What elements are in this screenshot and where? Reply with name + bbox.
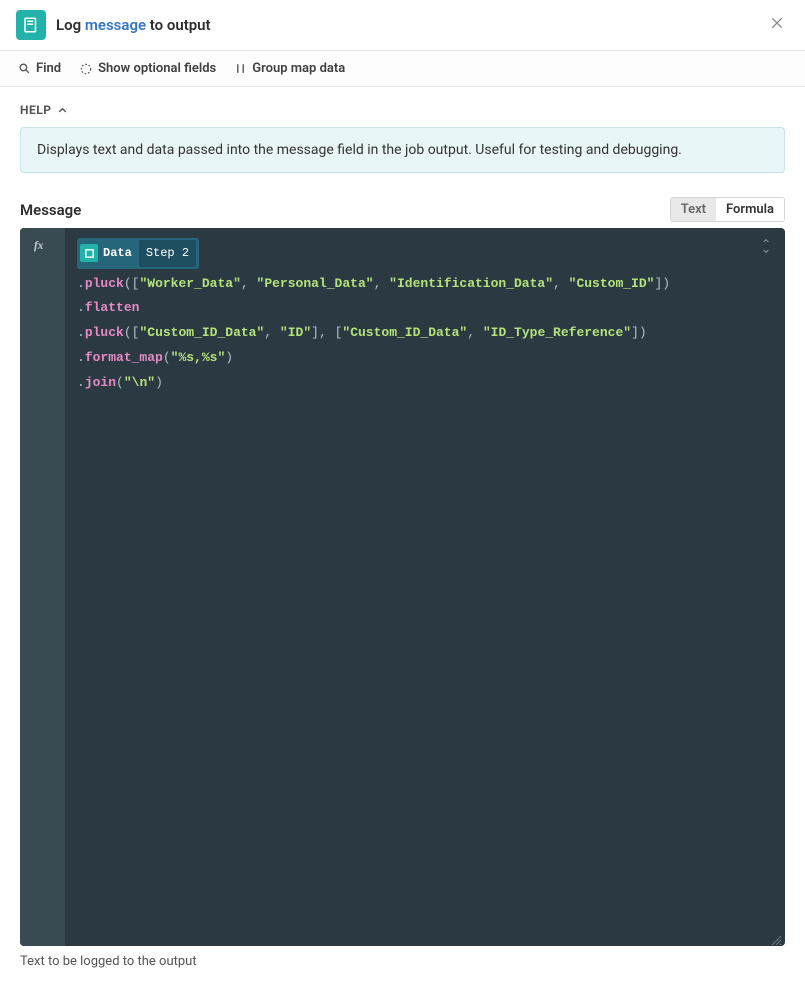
editor-gutter: fx: [20, 228, 65, 946]
page-title: Log message to output: [56, 16, 211, 34]
formula-editor[interactable]: fx Data Step 2 .pluck(["Worker_Data", "P…: [20, 228, 785, 946]
close-icon[interactable]: [765, 11, 789, 39]
search-icon: [18, 62, 31, 75]
chevron-up-icon: [57, 105, 68, 116]
help-text: Displays text and data passed into the m…: [20, 127, 785, 173]
toggle-text[interactable]: Text: [671, 198, 716, 221]
text-formula-toggle: Text Formula: [670, 197, 785, 222]
help-toggle[interactable]: HELP: [20, 103, 785, 117]
columns-icon: [234, 62, 247, 75]
show-optional-fields-button[interactable]: Show optional fields: [79, 61, 216, 76]
code-line: .format_map("%s,%s"): [77, 346, 773, 371]
drag-handle-icon[interactable]: [759, 238, 773, 263]
toolbar: Find Show optional fields Group map data: [0, 51, 805, 87]
code-line: .join("\n"): [77, 371, 773, 396]
log-icon: [16, 10, 46, 40]
editor-content[interactable]: Data Step 2 .pluck(["Worker_Data", "Pers…: [65, 228, 785, 946]
fx-icon: fx: [34, 238, 52, 252]
message-label: Message: [20, 201, 81, 219]
pill-icon: [80, 244, 98, 262]
find-button[interactable]: Find: [18, 61, 61, 76]
data-pill[interactable]: Data Step 2: [77, 238, 199, 269]
code-line: .flatten: [77, 296, 773, 321]
eye-icon: [79, 62, 93, 76]
field-hint: Text to be logged to the output: [20, 954, 785, 969]
group-map-data-button[interactable]: Group map data: [234, 61, 345, 76]
header: Log message to output: [0, 0, 805, 51]
code-line: .pluck(["Custom_ID_Data", "ID"], ["Custo…: [77, 321, 773, 346]
code-line: .pluck(["Worker_Data", "Personal_Data", …: [77, 272, 773, 297]
toggle-formula[interactable]: Formula: [716, 198, 784, 221]
resize-handle-icon[interactable]: [770, 931, 782, 943]
svg-text:fx: fx: [34, 240, 44, 252]
